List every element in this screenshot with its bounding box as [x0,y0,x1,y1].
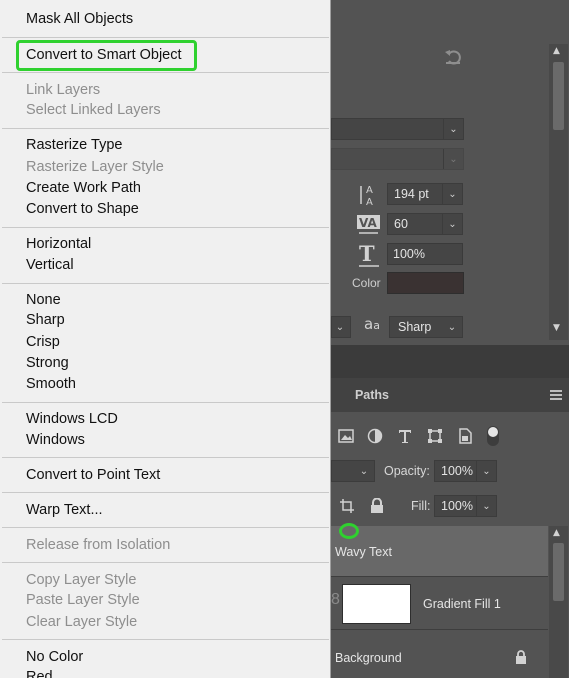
chevron-down-icon: ⌄ [335,321,345,333]
menu-item-release-from-isolation: Release from Isolation [26,537,171,553]
tracking-dropdown[interactable]: 60 ⌄ [387,213,463,235]
annotation-highlight-box [16,40,197,71]
menu-separator [2,72,329,73]
scroll-up-icon[interactable]: ▲ [553,528,560,538]
svg-text:VA: VA [359,216,377,230]
leading-dropdown[interactable]: 194 pt ⌄ [387,183,463,205]
link-chain-icon: 8 [331,591,340,608]
artboard-lock-icon[interactable] [339,498,355,514]
menu-item-none[interactable]: None [26,291,61,309]
menu-item-convert-to-shape[interactable]: Convert to Shape [26,200,139,218]
fill-label: Fill: [411,499,431,513]
menu-separator [2,283,329,284]
chevron-down-icon: ⌄ [447,321,457,333]
annotation-circle [339,523,359,539]
menu-separator [2,37,329,38]
smart-object-filter-icon[interactable] [457,428,473,444]
leading-icon: A A [360,185,373,207]
layer-name: Gradient Fill 1 [423,597,501,611]
menu-separator [2,457,329,458]
chevron-down-icon: ⌄ [359,465,369,477]
chevron-down-icon: ⌄ [443,119,463,139]
layers-scroll-thumb[interactable] [553,543,564,601]
leading-value: 194 pt [394,187,429,201]
vertical-scale-value: 100% [393,247,425,261]
chevron-down-icon: ⌄ [442,214,462,234]
image-filter-icon[interactable] [338,428,354,444]
chevron-down-icon: ⌄ [476,461,496,481]
font-family-dropdown[interactable]: ⌄ [331,118,464,140]
menu-item-rasterize-layer-style: Rasterize Layer Style [26,159,164,175]
menu-item-mask-all-objects[interactable]: Mask All Objects [26,10,133,28]
svg-text:A: A [366,185,373,196]
chevron-down-icon: ⌄ [476,496,496,516]
font-style-dropdown[interactable]: ⌄ [331,148,464,170]
tracking-icon: VA [357,215,380,234]
chevron-down-icon: ⌄ [442,184,462,204]
menu-item-windows[interactable]: Windows [26,431,85,449]
svg-text:A: A [366,197,373,207]
menu-item-horizontal[interactable]: Horizontal [26,235,91,253]
antialias-icon-subletter: a [373,319,380,332]
menu-separator [2,639,329,640]
vertical-scale-input[interactable]: 100% [387,243,463,265]
menu-item-strong[interactable]: Strong [26,354,69,372]
antialias-icon-letter: a [364,315,374,333]
vertical-scale-icon: T [359,242,379,267]
reset-icon[interactable] [442,46,464,68]
svg-text:T: T [359,242,375,266]
panel-menu-icon[interactable] [550,390,562,400]
antialias-value: Sharp [398,320,432,334]
properties-scroll-thumb[interactable] [553,62,564,130]
tracking-value: 60 [394,217,408,231]
chevron-down-icon: ⌄ [443,149,463,169]
text-color-swatch[interactable] [387,272,464,294]
opacity-dropdown[interactable]: 100% ⌄ [434,460,497,482]
tab-paths[interactable]: Paths [344,378,400,412]
adjustment-filter-icon[interactable] [367,428,383,444]
antialias-dropdown[interactable]: Sharp ⌄ [389,316,463,338]
menu-item-link-layers: Link Layers [26,82,101,98]
menu-item-copy-layer-style: Copy Layer Style [26,572,137,588]
blend-mode-dropdown[interactable]: ⌄ [331,460,375,482]
menu-separator [2,402,329,403]
antialias-icon: aa [364,315,380,333]
menu-separator [2,128,329,129]
language-dropdown[interactable]: ⌄ [331,316,351,338]
scroll-up-icon[interactable]: ▲ [553,46,560,56]
color-label: Color [352,276,381,290]
menu-separator [2,527,329,528]
menu-item-crisp[interactable]: Crisp [26,333,60,351]
layer-name: Background [335,651,402,665]
lock-icon [516,650,526,664]
lock-all-icon[interactable] [369,498,385,514]
fill-value: 100% [441,499,473,513]
scroll-down-icon[interactable]: ▼ [553,323,560,333]
type-filter-icon[interactable] [397,428,413,444]
menu-separator [2,227,329,228]
menu-item-warp-text[interactable]: Warp Text... [26,501,103,519]
layer-thumbnail [342,584,411,624]
menu-item-smooth[interactable]: Smooth [26,375,76,393]
menu-item-vertical[interactable]: Vertical [26,256,74,274]
fill-dropdown[interactable]: 100% ⌄ [434,495,497,517]
menu-item-no-color[interactable]: No Color [26,648,83,666]
menu-item-convert-to-point-text[interactable]: Convert to Point Text [26,466,160,484]
opacity-value: 100% [441,464,473,478]
filter-toggle-icon[interactable] [486,424,500,448]
menu-item-red[interactable]: Red [26,668,53,678]
menu-item-paste-layer-style: Paste Layer Style [26,592,140,608]
menu-item-clear-layer-style: Clear Layer Style [26,614,138,630]
layer-name: Wavy Text [335,545,392,559]
opacity-label: Opacity: [384,464,430,478]
menu-separator [2,492,329,493]
menu-item-rasterize-type[interactable]: Rasterize Type [26,136,122,154]
menu-item-sharp[interactable]: Sharp [26,311,65,329]
menu-item-select-linked-layers: Select Linked Layers [26,102,161,118]
shape-filter-icon[interactable] [427,428,443,444]
menu-separator [2,562,329,563]
menu-item-create-work-path[interactable]: Create Work Path [26,179,141,197]
menu-item-windows-lcd[interactable]: Windows LCD [26,410,118,428]
context-menu: Mask All Objects Convert to Smart Object… [0,0,331,678]
